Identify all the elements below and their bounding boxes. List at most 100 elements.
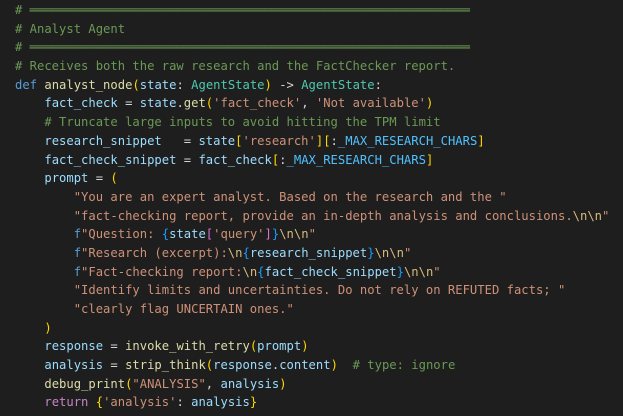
code-token-param: state — [139, 77, 177, 92]
code-token-brace3: { — [242, 245, 250, 260]
code-token-var: research_snippet — [44, 133, 162, 148]
code-token-keyword: f — [73, 245, 82, 260]
code-line[interactable]: research_snippet = state['research'][:_M… — [0, 132, 623, 151]
code-token-var: content — [279, 358, 331, 373]
code-token-keyword: f — [73, 264, 82, 279]
code-line[interactable]: f"Fact-checking report:\n{fact_check_sni… — [0, 263, 623, 282]
code-token-var: response — [213, 358, 272, 373]
code-token-var: analysis — [44, 358, 104, 373]
code-token-brace1: ) — [264, 77, 272, 92]
code-token-comment: # Analyst Agent — [15, 21, 126, 36]
code-token-type: AgentState — [301, 77, 375, 92]
code-line[interactable]: analysis = strip_think(response.content)… — [0, 356, 623, 375]
code-token-comment: # Receives both the raw research and the… — [15, 59, 456, 74]
code-token-string: "Question: — [81, 227, 162, 242]
code-token-string: "Identify limits and uncertainties. Do n… — [73, 283, 566, 298]
code-line[interactable]: # Receives both the raw research and the… — [0, 57, 623, 76]
code-token-text: . — [176, 96, 184, 111]
code-token-func: debug_print — [44, 376, 126, 391]
code-token-ctrl: return — [44, 395, 89, 410]
code-token-string: " — [403, 245, 412, 260]
code-token-brace1: } — [249, 395, 258, 410]
code-token-var: state — [139, 96, 177, 111]
code-token-var: response — [44, 339, 104, 354]
code-token-text: : — [176, 395, 192, 410]
code-token-brace3: { — [161, 227, 170, 242]
code-token-text: = — [161, 133, 199, 148]
code-token-escape: \n\n — [572, 208, 603, 223]
code-token-text: = — [88, 171, 111, 186]
code-token-var: analysis — [220, 376, 280, 391]
code-token-brace1: ) — [279, 376, 287, 391]
code-token-var: prompt — [44, 171, 89, 186]
code-line[interactable]: response = invoke_with_retry(prompt) — [0, 337, 623, 356]
code-line[interactable]: # ══════════════════════════════════════… — [0, 1, 623, 20]
code-token-text: , — [301, 96, 316, 111]
code-token-var: state — [198, 133, 236, 148]
code-token-escape: \n\n — [403, 264, 434, 279]
code-line[interactable]: return {'analysis': analysis} — [0, 393, 623, 412]
code-line[interactable]: f"Question: {state['query']}\n\n" — [0, 225, 623, 244]
code-token-var: prompt — [257, 339, 302, 354]
code-token-brace2: ] — [264, 227, 272, 242]
code-token-string: 'research' — [242, 133, 316, 148]
code-token-text: = — [103, 339, 126, 354]
code-line[interactable]: # Analyst Agent — [0, 20, 623, 39]
code-line[interactable]: "clearly flag UNCERTAIN ones." — [0, 300, 623, 319]
code-line[interactable]: fact_check = state.get('fact_check', 'No… — [0, 94, 623, 113]
code-token-func: invoke_with_retry — [125, 339, 250, 354]
code-line[interactable]: "fact-checking report, provide an in-dep… — [0, 207, 623, 226]
code-token-brace1: ) — [44, 320, 52, 335]
code-token-string: "fact-checking report, provide an in-dep… — [73, 208, 573, 223]
code-token-escape: \n — [227, 245, 243, 260]
code-line[interactable]: def analyst_node(state: AgentState) -> A… — [0, 76, 623, 95]
code-token-brace1: ] — [477, 133, 485, 148]
code-line[interactable]: "Identify limits and uncertainties. Do n… — [0, 281, 623, 300]
code-token-text: : — [279, 152, 287, 167]
code-line[interactable]: prompt = ( — [0, 169, 623, 188]
code-line[interactable]: fact_check_snippet = fact_check[:_MAX_RE… — [0, 151, 623, 170]
code-token-var: fact_check_snippet — [264, 264, 397, 279]
code-token-var: fact_check — [198, 152, 272, 167]
code-token-func: analyst_node — [44, 77, 133, 92]
code-token-var: research_snippet — [249, 245, 368, 260]
code-token-brace1: [ — [323, 133, 331, 148]
code-token-func: strip_think — [125, 358, 206, 373]
code-line[interactable]: debug_print("ANALYSIS", analysis) — [0, 375, 623, 394]
code-token-text: -> — [271, 77, 302, 92]
code-line[interactable]: "You are an expert analyst. Based on the… — [0, 188, 623, 207]
code-token-text: : — [176, 77, 192, 92]
code-token-brace3: { — [257, 264, 265, 279]
code-token-brace1: ) — [301, 339, 309, 354]
code-token-var: fact_check — [44, 96, 118, 111]
code-line[interactable]: ) — [0, 319, 623, 338]
code-token-string: 'fact_check' — [213, 96, 302, 111]
code-editor[interactable]: # ══════════════════════════════════════… — [0, 0, 623, 416]
code-token-string: 'query' — [213, 227, 265, 242]
code-token-comment: # ══════════════════════════════════════… — [15, 40, 470, 55]
code-token-brace3: } — [396, 264, 404, 279]
code-token-var: analysis — [191, 395, 250, 410]
code-line[interactable]: # ══════════════════════════════════════… — [0, 38, 623, 57]
code-token-brace1: ( — [132, 77, 140, 92]
code-token-comment: # Truncate large inputs to avoid hitting… — [44, 115, 441, 130]
code-token-text: = — [117, 96, 140, 111]
code-token-string: "ANALYSIS" — [132, 376, 206, 391]
code-token-brace1: { — [95, 395, 104, 410]
code-line[interactable]: # Truncate large inputs to avoid hitting… — [0, 113, 623, 132]
code-line[interactable]: f"Research (excerpt):\n{research_snippet… — [0, 244, 623, 263]
code-token-brace1: ) — [330, 358, 338, 373]
code-token-string: "Fact-checking report: — [81, 264, 243, 279]
